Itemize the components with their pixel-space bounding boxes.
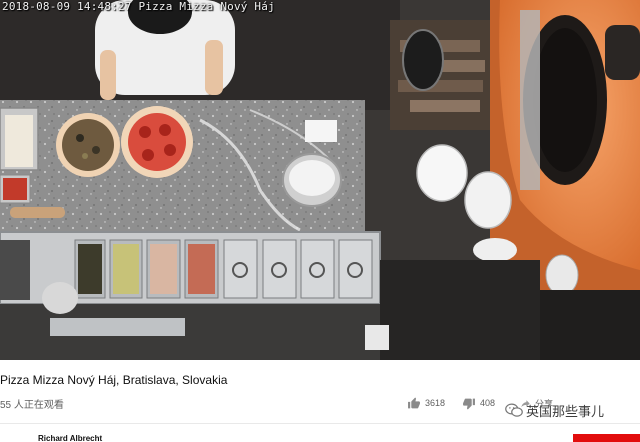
video-page: 2018-08-09 14:48:27 Pizza Mizza Nový Háj…: [0, 0, 640, 442]
pizzeria-livestream-frame: [0, 0, 640, 360]
like-button[interactable]: 3618: [407, 396, 445, 410]
thumbs-down-icon: [463, 398, 475, 409]
channel-name[interactable]: Richard Albrecht: [38, 434, 102, 442]
dislike-count: 408: [480, 398, 496, 408]
dislike-button[interactable]: 408: [462, 396, 495, 410]
wechat-icon: [505, 403, 523, 417]
divider: [0, 423, 640, 424]
subscribe-button[interactable]: [573, 434, 640, 442]
video-title: Pizza Mizza Nový Háj, Bratislava, Slovak…: [0, 373, 228, 387]
watermark-text: 英国那些事儿: [526, 405, 605, 420]
live-viewer-count: 55 人正在观看: [0, 400, 64, 411]
like-count: 3618: [425, 398, 446, 408]
wechat-watermark: 英国那些事儿: [505, 401, 604, 420]
camera-timestamp-overlay: 2018-08-09 14:48:27 Pizza Mizza Nový Háj: [2, 0, 275, 13]
video-player[interactable]: 2018-08-09 14:48:27 Pizza Mizza Nový Háj: [0, 0, 640, 360]
thumbs-up-icon: [408, 397, 420, 408]
